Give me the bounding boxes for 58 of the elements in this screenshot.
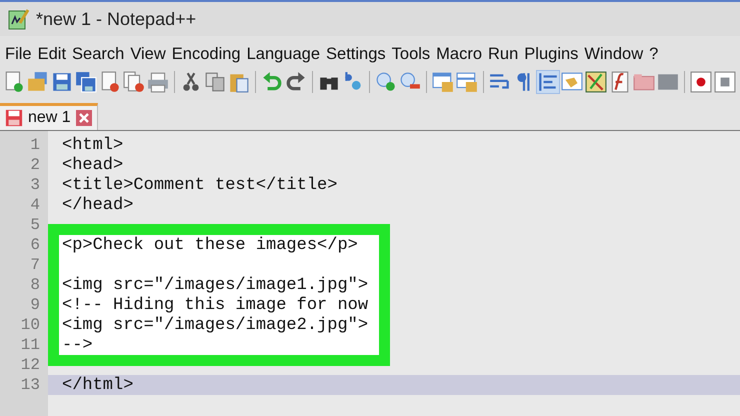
stop-icon[interactable] bbox=[714, 71, 736, 93]
line-number: 7 bbox=[29, 256, 41, 274]
menu-item[interactable]: Search bbox=[72, 44, 124, 64]
code-line: <head> bbox=[62, 156, 124, 174]
window-title: *new 1 - Notepad++ bbox=[36, 8, 196, 30]
code-line: </html> bbox=[62, 376, 134, 394]
line-number: 9 bbox=[29, 296, 41, 314]
code-line: <p>Check out these images</p> bbox=[62, 236, 358, 254]
menu-item[interactable]: Window bbox=[584, 44, 644, 64]
line-number: 13 bbox=[20, 376, 41, 394]
close-file-icon[interactable] bbox=[99, 71, 121, 93]
menu-item[interactable]: Macro bbox=[436, 44, 482, 64]
undo-icon[interactable] bbox=[261, 71, 283, 93]
window-lock-icon[interactable] bbox=[432, 71, 454, 93]
line-number: 3 bbox=[29, 176, 41, 194]
open-folder-icon[interactable] bbox=[27, 71, 49, 93]
new-file-icon[interactable] bbox=[3, 71, 25, 93]
copy-icon[interactable] bbox=[204, 71, 226, 93]
line-number: 4 bbox=[29, 196, 41, 214]
save-all-icon[interactable] bbox=[75, 71, 97, 93]
document-map-icon[interactable] bbox=[561, 71, 583, 93]
line-number: 10 bbox=[20, 316, 41, 334]
line-number: 11 bbox=[20, 336, 41, 354]
save-icon[interactable] bbox=[51, 71, 73, 93]
menu-item[interactable]: Settings bbox=[326, 44, 386, 64]
record-icon[interactable] bbox=[690, 71, 712, 93]
window-lock-icon[interactable] bbox=[456, 71, 478, 93]
redo-icon[interactable] bbox=[285, 71, 307, 93]
file-tab[interactable]: new 1 bbox=[0, 103, 98, 130]
code-line: <title>Comment test</title> bbox=[62, 176, 338, 194]
zoom-in-icon[interactable] bbox=[375, 71, 397, 93]
function-icon[interactable] bbox=[609, 71, 631, 93]
app-icon bbox=[8, 8, 30, 30]
menu-item[interactable]: Edit bbox=[38, 44, 66, 64]
line-number: 5 bbox=[29, 216, 41, 234]
indent-guide-icon[interactable] bbox=[537, 71, 559, 93]
menu-item[interactable]: Tools bbox=[392, 44, 430, 64]
menu-item[interactable]: View bbox=[130, 44, 166, 64]
code-line: --> bbox=[62, 336, 93, 354]
code-line: <img src="/images/image1.jpg"> bbox=[62, 276, 368, 294]
menu-item[interactable]: Plugins bbox=[524, 44, 578, 64]
line-number: 12 bbox=[20, 356, 41, 374]
line-number: 6 bbox=[29, 236, 41, 254]
menu-item[interactable]: Run bbox=[488, 44, 518, 64]
line-number: 2 bbox=[29, 156, 41, 174]
code-line: <html> bbox=[62, 136, 124, 154]
close-all-icon[interactable] bbox=[123, 71, 145, 93]
menu-item[interactable]: Encoding bbox=[172, 44, 241, 64]
close-icon[interactable] bbox=[76, 110, 92, 126]
code-line: </head> bbox=[62, 196, 134, 214]
line-number: 1 bbox=[29, 136, 41, 154]
code-line: <img src="/images/image2.jpg"> bbox=[62, 316, 368, 334]
code-line: <!-- Hiding this image for now bbox=[62, 296, 368, 314]
print-icon[interactable] bbox=[147, 71, 169, 93]
menu-item[interactable]: ? bbox=[649, 44, 658, 64]
menu-item[interactable]: Language bbox=[246, 44, 320, 64]
menu-item[interactable]: File bbox=[5, 44, 32, 64]
line-number: 8 bbox=[29, 276, 41, 294]
